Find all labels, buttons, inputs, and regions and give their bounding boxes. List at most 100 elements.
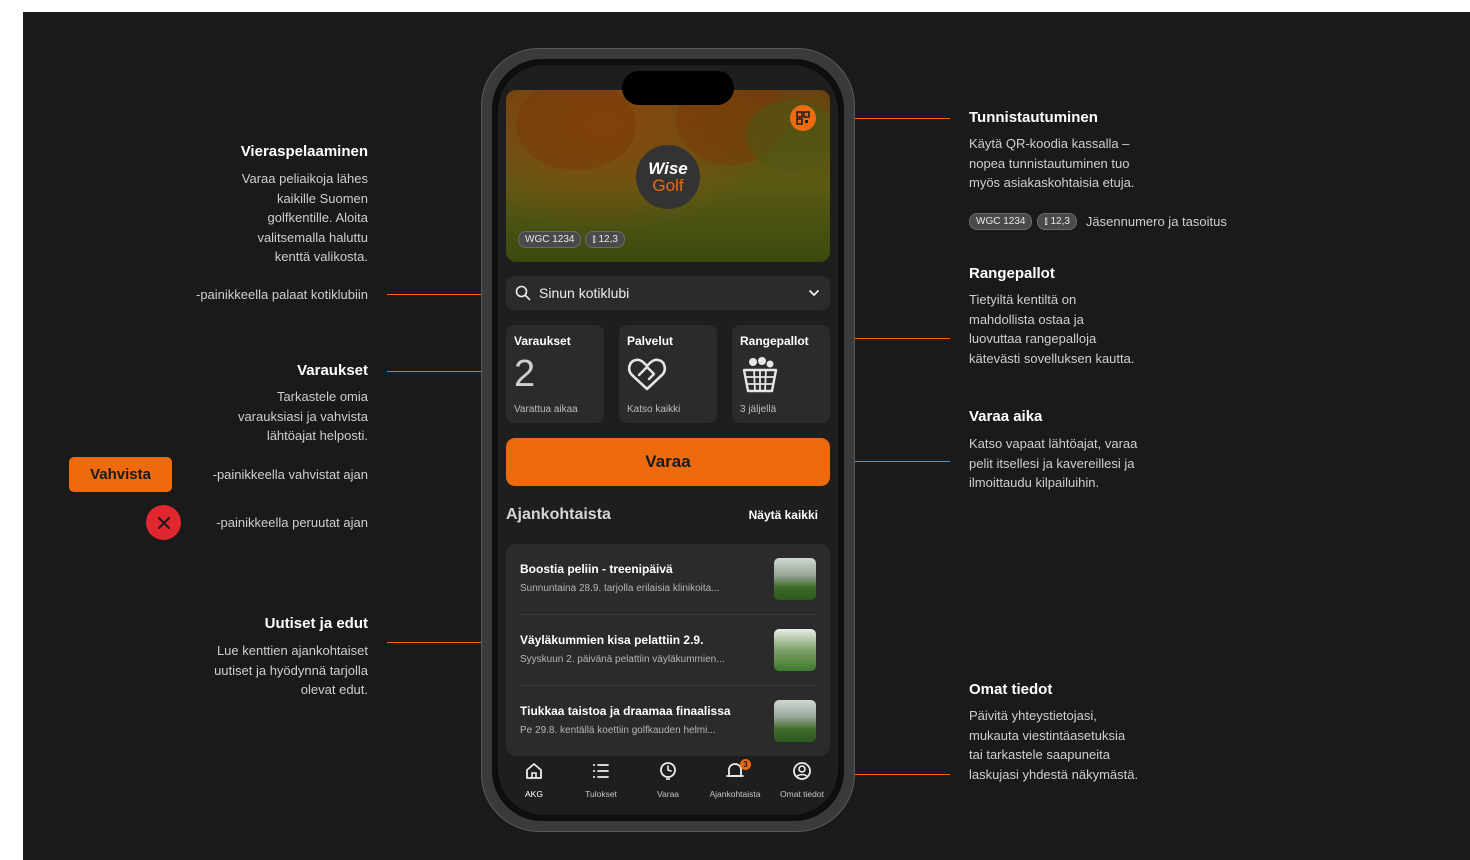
phone-bezel: Wise Golf WGC 1234 ⫾ 12,3 Sinun kotiklub… [492, 59, 844, 821]
news-heading: Ajankohtaista [506, 506, 611, 523]
annotation-line: Tarkastele omia [276, 389, 368, 404]
annotation-rangepallot-text: Tietyiltä kentiltä on mahdollista ostaa … [969, 290, 1134, 368]
news-summary: Syyskuun 2. päivänä pelattiin väyläkummi… [520, 654, 725, 665]
hero-tree [746, 100, 830, 170]
chevron-down-icon [809, 290, 819, 297]
handicap-value: 12,3 [1050, 216, 1070, 227]
news-thumbnail [774, 700, 816, 742]
annotation-kotiklubi: -painikkeella palaat kotiklubiin [196, 287, 368, 302]
annotation-line: kenttä valikosta. [274, 249, 368, 264]
wisegolf-logo: Wise Golf [636, 145, 700, 209]
bookings-card[interactable]: Varaukset 2 Varattua aikaa [506, 325, 604, 423]
annotation-line: laskujasi yhdestä näkymästä. [969, 766, 1139, 782]
annotation-line: Katso vapaat lähtöajat, varaa [969, 436, 1138, 451]
hero-tree [516, 90, 636, 170]
handicap-chip: ⫾ 12,3 [1037, 213, 1077, 230]
clock-icon [660, 762, 676, 780]
annotation-uutiset-text: Lue kenttien ajankohtaiset uutiset ja hy… [214, 641, 368, 700]
annotation-vieraspelaaminen-title: Vieraspelaaminen [240, 143, 368, 160]
annotation-line: mahdollista ostaa ja [969, 311, 1084, 327]
news-summary: Sunnuntaina 28.9. tarjolla erilaisia kli… [520, 583, 720, 594]
news-title: Boostia peliin - treenipäivä [520, 562, 673, 576]
annotation-line: uutiset ja hyödynnä tarjolla [214, 662, 368, 678]
club-selector[interactable]: Sinun kotiklubi [506, 276, 830, 310]
card-title: Palvelut [627, 334, 674, 348]
member-number-chip: WGC 1234 [518, 231, 582, 248]
search-icon [515, 285, 531, 301]
club-selector-label: Sinun kotiklubi [539, 285, 630, 301]
bookings-count: 2 [514, 353, 536, 395]
home-icon [526, 763, 542, 779]
annotation-uutiset-title: Uutiset ja edut [264, 615, 368, 632]
range-balls-card[interactable]: Rangepallot 3 jäljellä [732, 325, 830, 423]
annotation-vahvista: -painikkeella vahvistat ajan [212, 467, 368, 482]
tab-tulokset[interactable]: Tulokset [567, 761, 635, 799]
annotation-peruuta: -painikkeella peruutat ajan [216, 515, 368, 530]
annotation-line: Lue kenttien ajankohtaiset [216, 643, 368, 658]
annotation-line: valitsemalla haluttu [257, 229, 368, 245]
dynamic-island [622, 71, 734, 105]
tab-akg[interactable]: AKG [500, 761, 568, 799]
news-summary: Pe 29.8. kentällä koettiin golfkauden he… [520, 725, 716, 736]
qr-code-button[interactable] [790, 105, 816, 131]
annotation-varaa-aika-text: Katso vapaat lähtöajat, varaa pelit itse… [969, 434, 1137, 493]
card-subtitle: Varattua aikaa [514, 404, 578, 415]
tab-omat-tiedot[interactable]: Omat tiedot [768, 761, 836, 799]
annotation-line: pelit itsellesi ja kavereillesi ja [969, 455, 1135, 471]
tab-label: Ajankohtaista [709, 789, 761, 799]
list-icon [593, 764, 609, 778]
card-title: Varaukset [514, 334, 571, 348]
member-note: Jäsennumero ja tasoitus [1085, 214, 1227, 229]
news-thumbnail [774, 629, 816, 671]
annotation-line: kätevästi sovelluksen kautta. [969, 350, 1135, 366]
tab-bar: AKG Tulokset Varaa 3 Ajankohtaista Omat … [498, 759, 838, 815]
news-item[interactable]: Boostia peliin - treenipäivä Sunnuntaina… [506, 544, 830, 614]
range-basket-icon [742, 357, 778, 393]
annotation-line: nopea tunnistautuminen tuo [969, 155, 1130, 171]
card-subtitle: Katso kaikki [627, 404, 681, 415]
news-title: Tiukkaa taistoa ja draamaa finaalissa [520, 704, 731, 718]
news-thumbnail [774, 558, 816, 600]
annotation-line: ilmoittaudu kilpailuihin. [969, 475, 1100, 490]
user-icon [793, 762, 811, 780]
phone-frame: Wise Golf WGC 1234 ⫾ 12,3 Sinun kotiklub… [481, 48, 855, 832]
qr-code-icon [796, 111, 810, 125]
member-info-row: WGC 1234 ⫾ 12,3 Jäsennumero ja tasoitus [969, 213, 1227, 230]
heart-handshake-icon [627, 358, 667, 391]
annotation-line: varauksiasi ja vahvista [237, 408, 368, 424]
annotation-line: myös asiakaskohtaisia etuja. [969, 175, 1135, 190]
annotation-varaa-aika-title: Varaa aika [969, 408, 1043, 425]
hero-banner: Wise Golf WGC 1234 ⫾ 12,3 [506, 90, 830, 262]
annotation-tunnistautuminen-title: Tunnistautuminen [969, 109, 1098, 126]
news-item[interactable]: Tiukkaa taistoa ja draamaa finaalissa Pe… [506, 686, 830, 756]
annotation-line: tai tarkastele saapuneita [969, 747, 1110, 762]
annotation-omat-tiedot-text: Päivitä yhteystietojasi, mukauta viestin… [969, 706, 1138, 784]
tab-label: Varaa [656, 789, 680, 799]
annotation-line: Varaa peliaikoja lähes [241, 171, 368, 186]
news-see-all-link[interactable]: Näytä kaikki [749, 508, 818, 522]
member-number-chip: WGC 1234 [969, 213, 1033, 230]
annotation-line: Päivitä yhteystietojasi, [969, 708, 1097, 723]
cancel-button[interactable] [146, 505, 181, 540]
tab-varaa[interactable]: Varaa [634, 761, 702, 799]
annotation-line: Tietyiltä kentiltä on [969, 292, 1077, 307]
handicap-value: 12,3 [598, 234, 618, 245]
app-screen: Wise Golf WGC 1234 ⫾ 12,3 Sinun kotiklub… [498, 65, 838, 815]
news-list: Boostia peliin - treenipäivä Sunnuntaina… [506, 544, 830, 756]
annotation-line: mukauta viestintäasetuksia [969, 727, 1126, 743]
services-card[interactable]: Palvelut Katso kaikki [619, 325, 717, 423]
annotation-varaukset-title: Varaukset [297, 362, 368, 379]
annotation-line: lähtöajat helposti. [266, 428, 368, 443]
annotation-line: olevat edut. [300, 682, 368, 697]
book-button[interactable]: Varaa [506, 438, 830, 486]
news-title: Väyläkummien kisa pelattiin 2.9. [520, 633, 704, 647]
card-title: Rangepallot [740, 334, 809, 348]
tab-ajankohtaista[interactable]: 3 Ajankohtaista [701, 759, 769, 799]
annotation-vieraspelaaminen-text: Varaa peliaikoja lähes kaikille Suomen g… [242, 169, 368, 267]
annotation-omat-tiedot-title: Omat tiedot [969, 681, 1053, 698]
notification-badge: 3 [740, 759, 751, 770]
news-item[interactable]: Väyläkummien kisa pelattiin 2.9. Syyskuu… [506, 615, 830, 685]
annotation-rangepallot-title: Rangepallot [969, 265, 1055, 282]
vahvista-button[interactable]: Vahvista [69, 457, 172, 492]
tab-label: AKG [525, 789, 543, 799]
